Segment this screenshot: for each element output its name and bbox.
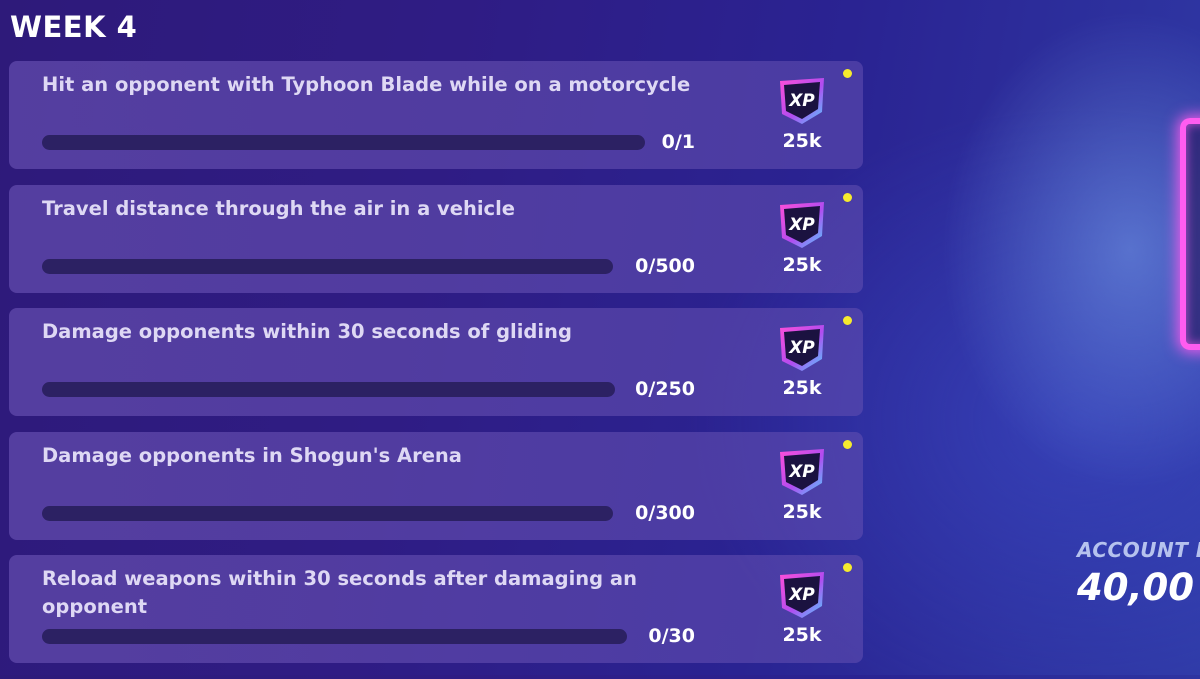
- reward-preview-frame[interactable]: [1180, 118, 1200, 350]
- reward-amount: 25k: [782, 624, 822, 646]
- new-indicator-dot: [843, 192, 852, 202]
- quest-card[interactable]: Travel distance through the air in a veh…: [9, 184, 863, 293]
- quest-progress-count: 0/30: [648, 625, 695, 647]
- quest-description: Reload weapons within 30 seconds after d…: [42, 567, 637, 618]
- new-indicator-dot: [843, 439, 852, 449]
- quest-progress-bar: [42, 505, 613, 521]
- xp-label: XP: [788, 91, 815, 111]
- quest-description: Hit an opponent with Typhoon Blade while…: [42, 73, 691, 96]
- quest-progress-count: 0/300: [635, 501, 695, 524]
- quest-progress-bar: [42, 382, 615, 397]
- account-level-label: ACCOUNT L: [1077, 538, 1200, 562]
- xp-label: XP: [788, 585, 815, 605]
- quest-progress-bar: [42, 135, 645, 150]
- new-indicator-dot: [843, 316, 852, 325]
- quest-card[interactable]: Damage opponents within 30 seconds of gl…: [9, 308, 863, 416]
- xp-label: XP: [788, 338, 815, 358]
- quest-card[interactable]: Hit an opponent with Typhoon Blade while…: [9, 61, 863, 169]
- reward-amount: 25k: [782, 253, 822, 276]
- quest-progress-bar: [42, 629, 627, 644]
- quest-progress-count: 0/500: [635, 254, 695, 277]
- xp-badge-icon: XP: [776, 76, 828, 126]
- xp-badge-icon: XP: [776, 570, 828, 620]
- xp-badge-icon: XP: [776, 447, 828, 497]
- quest-card[interactable]: Damage opponents in Shogun's Arena 0/300…: [9, 431, 863, 540]
- quest-description: Travel distance through the air in a veh…: [42, 196, 515, 220]
- quest-description: Damage opponents within 30 seconds of gl…: [42, 320, 572, 343]
- quest-progress-count: 0/1: [661, 131, 695, 153]
- quest-description: Damage opponents in Shogun's Arena: [42, 443, 462, 467]
- reward-amount: 25k: [782, 500, 822, 523]
- reward-amount: 25k: [782, 130, 822, 152]
- quest-card[interactable]: Reload weapons within 30 seconds after d…: [9, 555, 863, 663]
- new-indicator-dot: [843, 69, 852, 78]
- quest-progress-count: 0/250: [635, 378, 695, 400]
- quest-progress-bar: [42, 258, 613, 274]
- account-level-value: 40,00: [1077, 566, 1195, 609]
- xp-label: XP: [788, 215, 815, 235]
- xp-label: XP: [788, 462, 815, 482]
- week-title: WEEK 4: [10, 10, 138, 44]
- xp-badge-icon: XP: [776, 200, 828, 250]
- new-indicator-dot: [843, 563, 852, 572]
- xp-badge-icon: XP: [776, 323, 828, 373]
- reward-amount: 25k: [782, 377, 822, 399]
- quest-list: Hit an opponent with Typhoon Blade while…: [9, 61, 863, 679]
